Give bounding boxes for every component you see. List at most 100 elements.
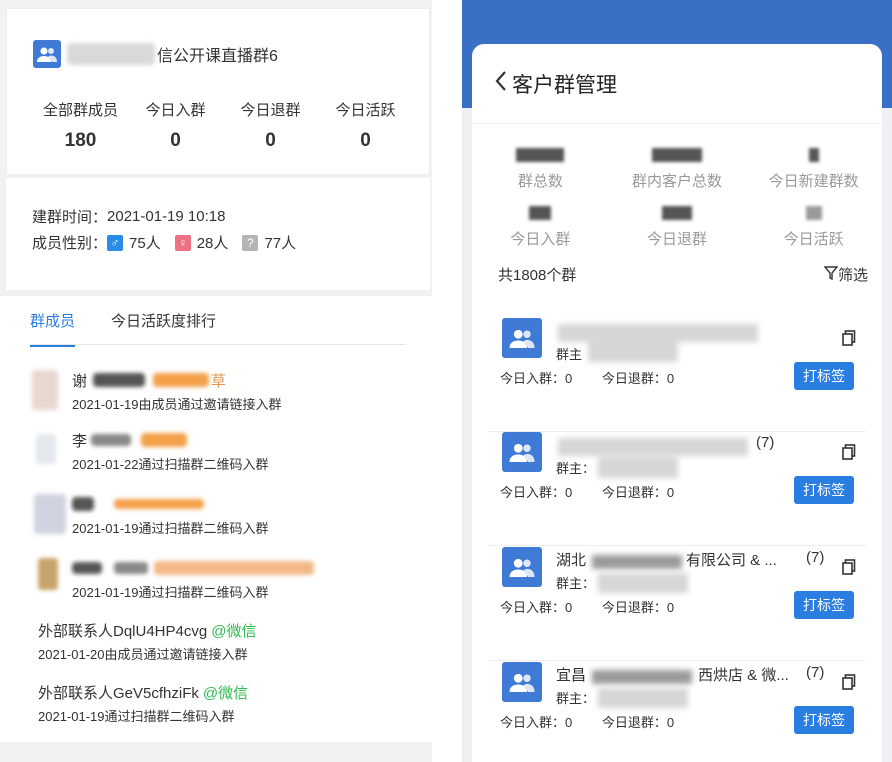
name-redacted [153,373,210,387]
kpi-label: 今日退群 [647,231,708,248]
left-today: 今日退群：0 [601,371,675,386]
group-name: 信公开课直播群6 [157,48,278,65]
member-join-info: 2021-01-19通过扫描群二维码入群 [72,585,269,600]
group-name: 宜昌 [556,667,587,684]
member-name: 外部联系人DqlU4HP4cvg @微信 [38,620,256,640]
group-name-redacted [67,43,155,65]
group-card[interactable]: 群主 今日入群：0 今日退群：0 打标签 [488,318,866,432]
stat-today-left: 今日退群 0 [223,99,318,152]
group-owner: 群主： [556,576,596,591]
stat-label: 全部群成员 [42,102,118,119]
total-groups-text: 共1808个群 [498,267,577,284]
member-name: 谢 草 [72,372,227,390]
member-join-info: 2021-01-19由成员通过邀请链接入群 [72,397,282,412]
copy-icon[interactable] [842,559,856,580]
stat-label: 今日入群 [145,102,206,119]
female-count: 28人 [196,235,229,252]
panel-gap [432,0,462,762]
group-name-tail: 有限公司 & ... [686,552,777,569]
nav-bar: 客户群管理 [472,44,882,124]
name-redacted [72,562,102,574]
member-tabs: 群成员 今日活跃度排行 [30,310,252,347]
name-redacted [114,499,204,509]
group-card[interactable]: 湖北 有限公司 & ... (7) 群主： 今日入群：0 今日退群：0 打标签 [488,547,866,661]
avatar [38,558,58,590]
member-list-card: 群成员 今日活跃度排行 谢 草 2021-01-19由成员通过邀请链接入群 李 … [0,296,432,742]
group-avatar-icon [502,318,542,358]
tag-button[interactable]: 打标签 [794,476,854,504]
tag-button[interactable]: 打标签 [794,591,854,619]
stat-value: 0 [170,130,181,151]
tab-activity-rank[interactable]: 今日活跃度排行 [111,310,216,347]
group-member-count: (7) [756,434,775,451]
group-stats: 全部群成员 180 今日入群 0 今日退群 0 今日活跃 0 [33,99,413,152]
member-join-info: 2021-01-22通过扫描群二维码入群 [72,457,269,472]
stat-all-members: 全部群成员 180 [33,99,128,152]
kpi-value-redacted [808,148,819,162]
kpi-left-today: 今日退群 [609,202,746,260]
filter-button[interactable]: 筛选 [823,264,868,285]
tab-members[interactable]: 群成员 [30,310,76,347]
joined-today: 今日入群：0 [500,715,573,730]
group-card[interactable]: (7) 群主： 今日入群：0 今日退群：0 打标签 [488,432,866,546]
group-name: 湖北 [556,552,587,569]
list-item[interactable]: 2021-01-19通过扫描群二维码入群 [72,494,269,537]
kpi-row: 群总数 群内客户总数 今日新建群数 [472,144,882,202]
owner-redacted [598,573,688,593]
created-time-line: 建群时间： 2021-01-19 10:18 [32,206,225,227]
kpi-label: 群总数 [517,173,563,190]
group-card[interactable]: 宜昌 西烘店 & 微... (7) 群主： 今日入群：0 今日退群：0 打标签 [488,662,866,762]
joined-today: 今日入群：0 [500,485,573,500]
member-name [72,558,314,578]
avatar [34,494,66,534]
filter-label: 筛选 [837,267,868,284]
page-title: 客户群管理 [512,73,617,97]
back-arrow-icon[interactable] [494,70,508,98]
kpi-row: 今日入群 今日退群 今日活跃 [472,202,882,260]
kpi-label: 今日活跃 [783,231,844,248]
group-summary-card: 信公开课直播群6 全部群成员 180 今日入群 0 今日退群 0 今日活跃 0 [6,8,430,175]
unknown-count: 77人 [264,235,297,252]
name-redacted [93,373,146,387]
list-item[interactable]: 外部联系人DqlU4HP4cvg @微信 2021-01-20由成员通过邀请链接… [38,620,256,663]
tag-button[interactable]: 打标签 [794,706,854,734]
stat-today-active: 今日活跃 0 [318,99,413,152]
owner-redacted [588,336,678,362]
kpi-total-groups: 群总数 [472,144,609,202]
wechat-tag: @微信 [211,622,257,640]
stat-value: 0 [360,130,371,151]
group-stats: 今日入群：0 今日退群：0 [500,712,700,731]
filter-icon [823,265,839,284]
kpi-total-customers: 群内客户总数 [609,144,746,202]
member-name: 外部联系人GeV5cfhziFk @微信 [38,682,248,702]
joined-today: 今日入群：0 [500,600,573,615]
copy-icon[interactable] [842,330,856,351]
tag-button[interactable]: 打标签 [794,362,854,390]
customer-group-sheet: 客户群管理 群总数 群内客户总数 今日新建群数 今日入群 今日退群 今日活跃 共… [472,44,882,762]
group-member-count: (7) [806,549,825,566]
name-redacted [141,433,188,447]
owner-redacted [598,688,688,708]
kpi-value-redacted [662,206,692,220]
list-item[interactable]: 谢 草 2021-01-19由成员通过邀请链接入群 [72,370,282,413]
group-name-tail: 西烘店 & 微... [698,667,789,684]
group-avatar-icon [502,662,542,702]
list-item[interactable]: 2021-01-19通过扫描群二维码入群 [72,558,314,601]
copy-icon[interactable] [842,444,856,465]
stat-label: 今日退群 [240,102,301,119]
male-icon: ♂ [107,234,124,251]
male-count: 75人 [129,235,161,252]
group-owner: 群主 [556,347,583,362]
name-redacted [154,561,314,575]
stat-today-joined: 今日入群 0 [128,99,223,152]
list-item[interactable]: 外部联系人GeV5cfhziFk @微信 2021-01-19通过扫描群二维码入… [38,682,248,725]
created-value: 2021-01-19 10:18 [107,208,226,225]
group-header: 信公开课直播群6 [33,39,278,69]
group-avatar-icon [502,547,542,587]
list-item[interactable]: 李 2021-01-22通过扫描群二维码入群 [72,430,269,473]
avatar [32,370,58,410]
tab-divider [30,344,406,345]
copy-icon[interactable] [842,674,856,695]
group-avatar-icon [502,432,542,472]
name-redacted [114,562,148,574]
